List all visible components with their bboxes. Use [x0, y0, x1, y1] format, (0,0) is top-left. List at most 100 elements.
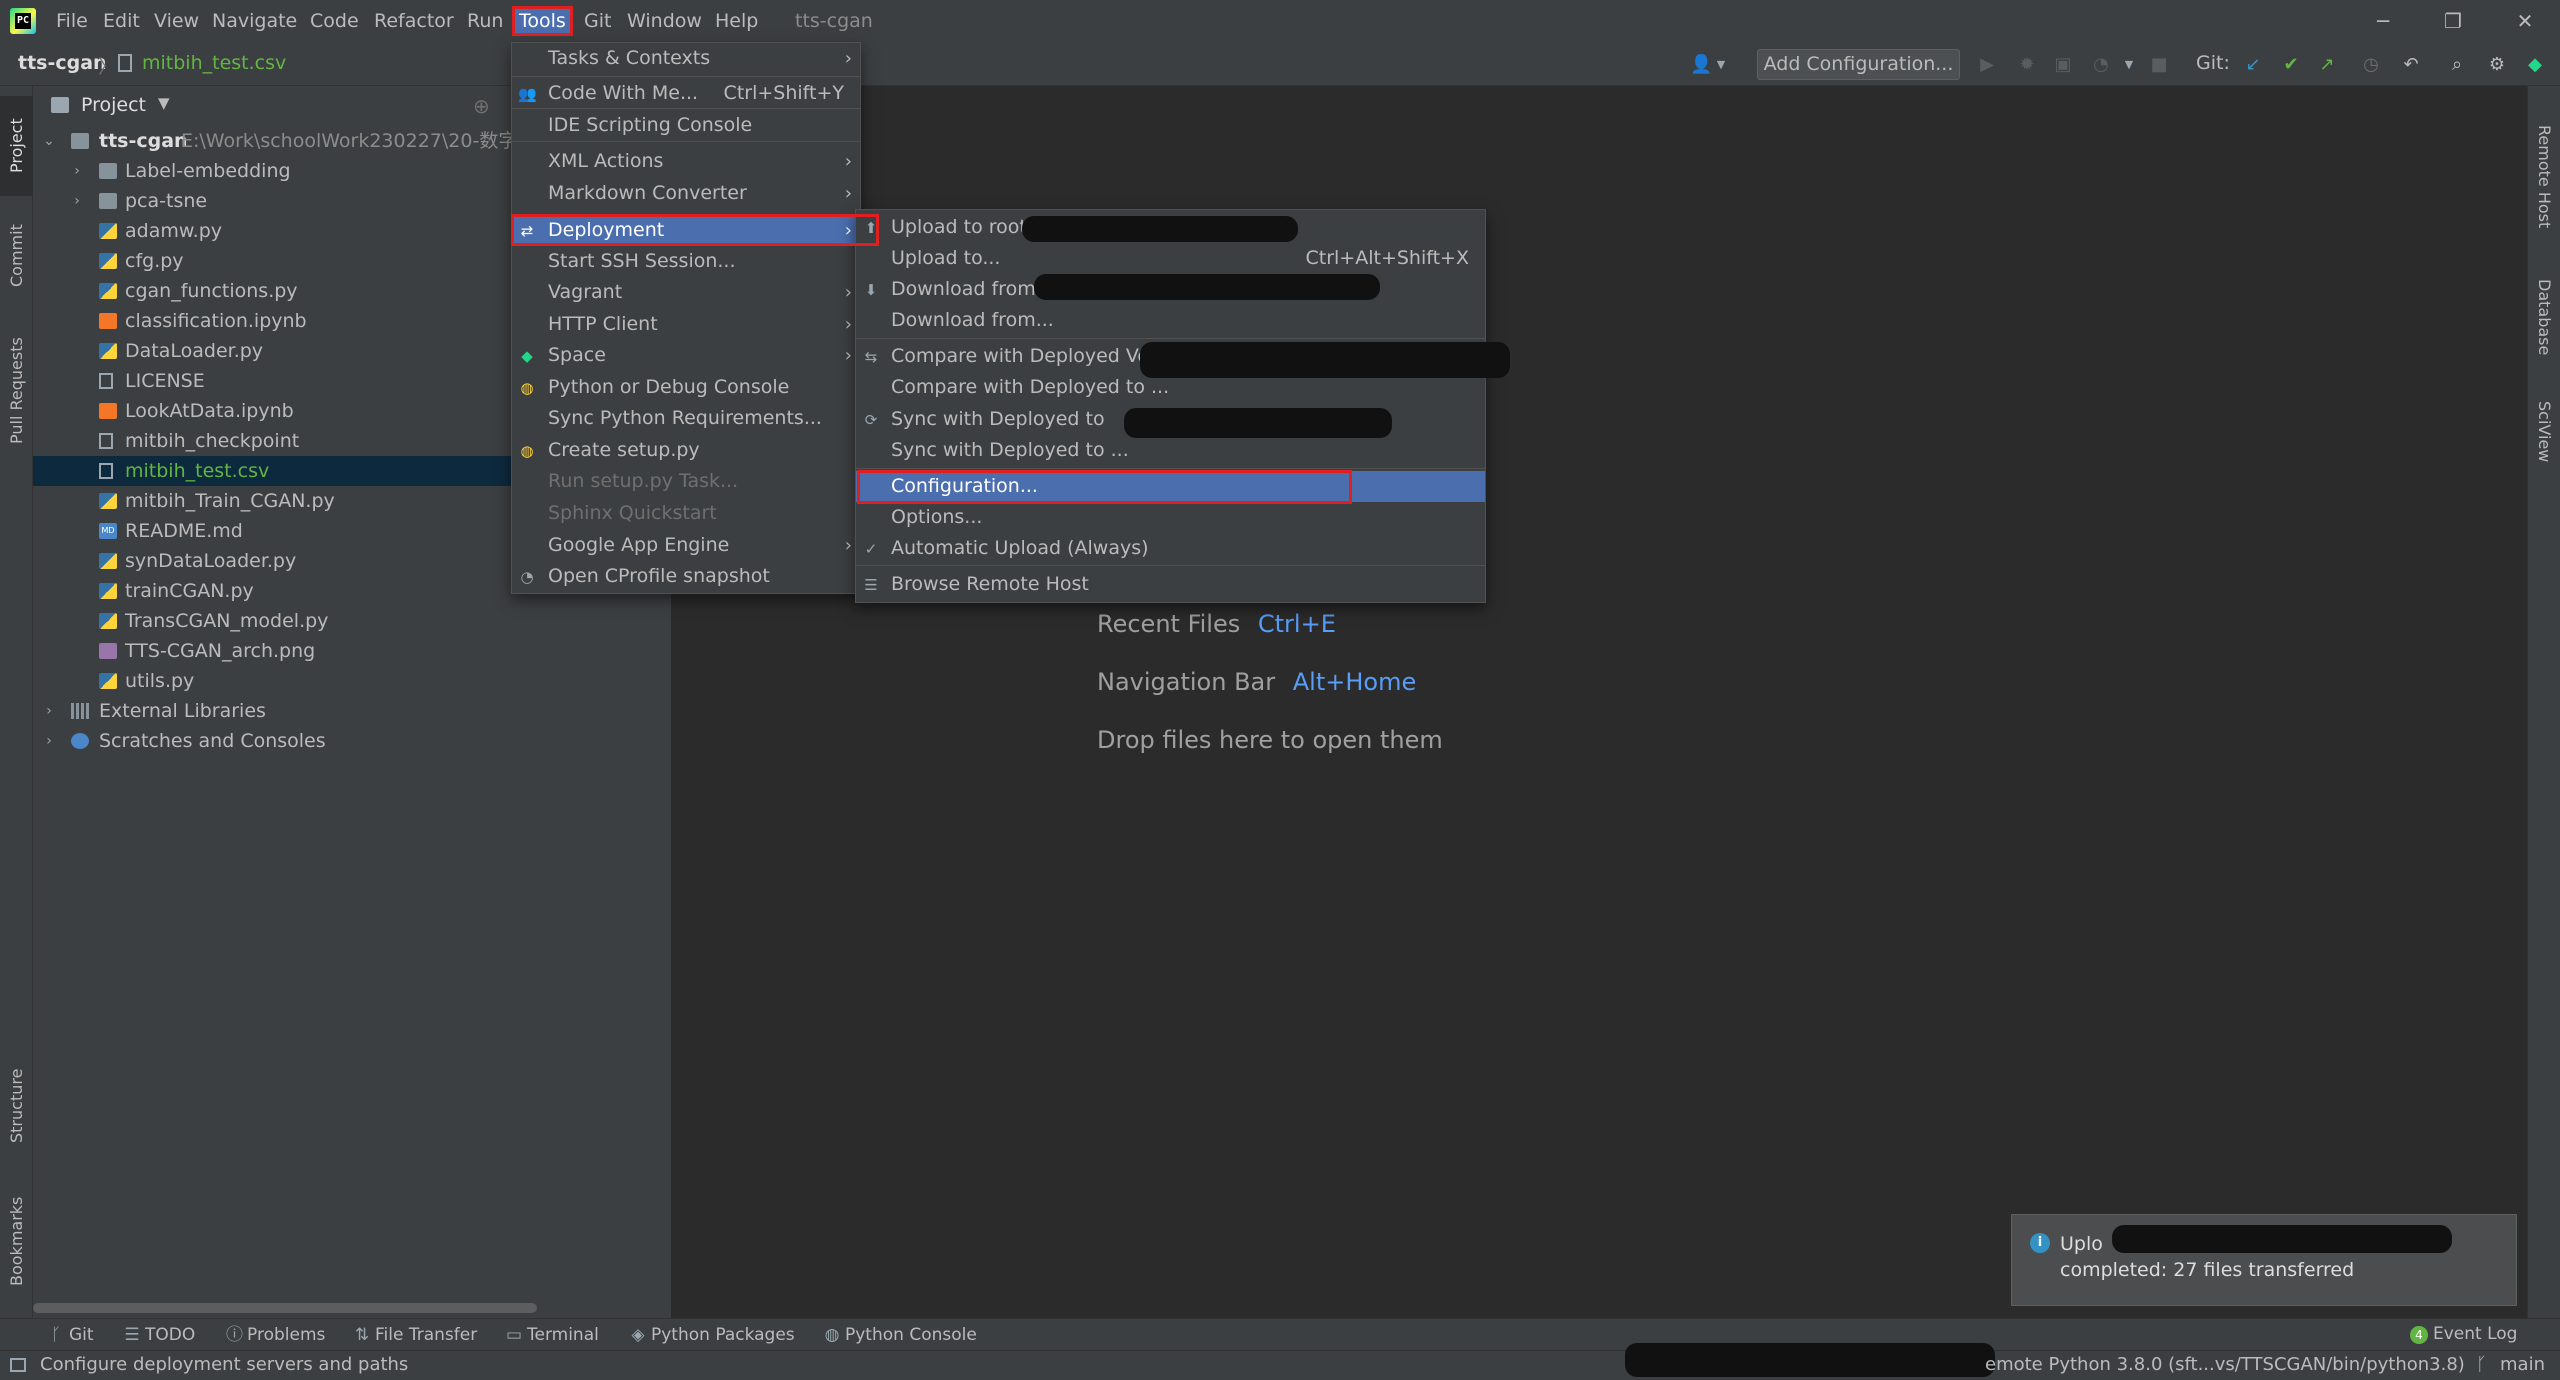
- menu-item-download-from[interactable]: Download from...: [856, 305, 1485, 336]
- profile-icon[interactable]: ◔: [2090, 54, 2112, 76]
- menu-item-vagrant[interactable]: Vagrant ›: [512, 277, 860, 308]
- menu-item-xml-actions[interactable]: XML Actions ›: [512, 146, 860, 177]
- chevron-right-icon[interactable]: ›: [41, 726, 57, 756]
- upload-notification[interactable]: i Uplo completed: 27 files transferred: [2011, 1214, 2517, 1306]
- menu-edit[interactable]: Edit: [99, 6, 144, 36]
- tool-tab-sciview[interactable]: SciView: [2528, 382, 2560, 482]
- menu-item-google-app-engine[interactable]: Google App Engine ›: [512, 530, 860, 561]
- menu-item-create-setup-py[interactable]: ◍ Create setup.py: [512, 435, 860, 466]
- menu-help[interactable]: Help: [711, 6, 762, 36]
- menu-code[interactable]: Code: [306, 6, 363, 36]
- git-update-icon[interactable]: ↙: [2242, 54, 2264, 76]
- status-toggle-icon[interactable]: [10, 1358, 26, 1372]
- menu-item-code-with-me[interactable]: 👥 Code With Me... Ctrl+Shift+Y: [512, 78, 860, 109]
- chevron-down-icon[interactable]: ▼: [1710, 54, 1732, 76]
- user-icon[interactable]: 👤: [1690, 54, 1712, 76]
- project-horizontal-scrollbar[interactable]: [33, 1303, 537, 1313]
- menu-item-sync-with-deployed-to[interactable]: Sync with Deployed to ...: [856, 435, 1485, 466]
- menu-item-label: Code With Me...: [548, 82, 699, 104]
- bottom-tab-problems[interactable]: ⓘ Problems: [226, 1323, 325, 1347]
- rollback-icon[interactable]: ↶: [2400, 54, 2422, 76]
- git-commit-icon[interactable]: ✔: [2280, 54, 2302, 76]
- menu-item-options[interactable]: Options...: [856, 502, 1485, 533]
- stop-icon[interactable]: ■: [2148, 54, 2170, 76]
- tool-tab-pull-requests[interactable]: Pull Requests: [0, 316, 33, 466]
- project-panel-title[interactable]: Project: [81, 94, 146, 116]
- menu-run[interactable]: Run: [463, 6, 507, 36]
- tree-file-row[interactable]: TransCGAN_model.py: [33, 606, 671, 636]
- close-window-button[interactable]: ✕: [2490, 0, 2560, 42]
- status-message: Configure deployment servers and paths: [40, 1354, 409, 1375]
- jetbrains-toolbox-icon[interactable]: ◆: [2524, 54, 2546, 76]
- menu-item-ide-scripting-console[interactable]: IDE Scripting Console: [512, 110, 860, 141]
- menu-navigate[interactable]: Navigate: [208, 6, 301, 36]
- menu-window[interactable]: Window: [623, 6, 706, 36]
- menu-tools[interactable]: Tools: [512, 6, 573, 36]
- menu-item-upload-to[interactable]: Upload to... Ctrl+Alt+Shift+X: [856, 243, 1485, 274]
- more-run-chevron-icon[interactable]: ▼: [2118, 54, 2140, 76]
- menu-item-python-or-debug-console[interactable]: ◍ Python or Debug Console: [512, 372, 860, 403]
- bottom-tab-python-console[interactable]: ◍ Python Console: [824, 1323, 977, 1347]
- menu-git[interactable]: Git: [580, 6, 615, 36]
- menu-view[interactable]: View: [150, 6, 203, 36]
- tree-external-libraries[interactable]: › External Libraries: [33, 696, 671, 726]
- breadcrumb-file[interactable]: mitbih_test.csv: [142, 52, 286, 74]
- tool-tab-remote-host[interactable]: Remote Host: [2528, 102, 2560, 252]
- git-push-icon[interactable]: ↗: [2316, 54, 2338, 76]
- menu-item-markdown-converter[interactable]: Markdown Converter ›: [512, 178, 860, 209]
- python-file-icon: [99, 493, 117, 509]
- locate-icon[interactable]: ⊕: [473, 94, 490, 118]
- chevron-right-icon[interactable]: ›: [69, 156, 85, 186]
- debug-icon[interactable]: ✹: [2016, 54, 2038, 76]
- bottom-tab-python-packages[interactable]: ◈ Python Packages: [630, 1323, 794, 1347]
- menu-item-start-ssh-session[interactable]: Start SSH Session...: [512, 246, 860, 277]
- settings-gear-icon[interactable]: ⚙: [2486, 54, 2508, 76]
- menu-item-configuration[interactable]: Configuration...: [856, 471, 1485, 502]
- tool-tab-commit[interactable]: Commit: [0, 206, 33, 306]
- bottom-tab-file-transfer[interactable]: ⇅ File Transfer: [354, 1323, 477, 1347]
- tool-tab-bookmarks[interactable]: Bookmarks: [0, 1176, 33, 1306]
- menu-item-open-cprofile-snapshot[interactable]: ◔ Open CProfile snapshot: [512, 561, 860, 592]
- tool-tab-project[interactable]: Project: [0, 96, 33, 196]
- chevron-down-icon[interactable]: ▼: [158, 94, 170, 112]
- menu-item-space[interactable]: ◆ Space ›: [512, 340, 860, 371]
- download-icon: ⬇: [864, 281, 878, 299]
- chevron-right-icon: ›: [844, 282, 852, 303]
- menu-file[interactable]: File: [52, 6, 92, 36]
- bottom-tab-todo[interactable]: ☰ TODO: [124, 1323, 195, 1347]
- add-configuration-button[interactable]: Add Configuration...: [1757, 49, 1960, 80]
- menu-item-tasks-contexts[interactable]: Tasks & Contexts ›: [512, 43, 860, 74]
- menu-item-automatic-upload-always[interactable]: ✓ Automatic Upload (Always): [856, 533, 1485, 564]
- python-interpreter-widget[interactable]: emote Python 3.8.0 (sft...vs/TTSCGAN/bin…: [1985, 1354, 2465, 1375]
- restore-button[interactable]: ❐: [2418, 0, 2488, 42]
- chevron-right-icon: ›: [844, 345, 852, 366]
- tree-scratches[interactable]: › Scratches and Consoles: [33, 726, 671, 756]
- minimize-button[interactable]: ─: [2348, 0, 2418, 42]
- tool-tab-database[interactable]: Database: [2528, 262, 2560, 372]
- git-branch-widget[interactable]: main: [2500, 1354, 2545, 1375]
- chevron-down-icon[interactable]: ⌄: [41, 126, 57, 156]
- menu-item-label: IDE Scripting Console: [548, 114, 753, 136]
- breadcrumb-project[interactable]: tts-cgan: [18, 52, 107, 74]
- tree-file-row[interactable]: utils.py: [33, 666, 671, 696]
- chevron-right-icon[interactable]: ›: [69, 186, 85, 216]
- bottom-tab-git[interactable]: ᚴ Git: [48, 1323, 94, 1347]
- menu-item-deployment[interactable]: ⇄ Deployment ›: [512, 215, 860, 246]
- menu-item-browse-remote-host[interactable]: ☰ Browse Remote Host: [856, 569, 1485, 600]
- tree-item-label: mitbih_test.csv: [125, 460, 270, 482]
- menu-refactor[interactable]: Refactor: [370, 6, 458, 36]
- coverage-icon[interactable]: ▣: [2052, 54, 2074, 76]
- library-icon: [71, 703, 89, 719]
- event-log-tab[interactable]: 4 Event Log: [2410, 1322, 2517, 1346]
- tree-item-label: classification.ipynb: [125, 310, 307, 332]
- bottom-tab-terminal[interactable]: ▭ Terminal: [506, 1323, 599, 1347]
- menu-item-http-client[interactable]: HTTP Client ›: [512, 309, 860, 340]
- chevron-right-icon[interactable]: ›: [41, 696, 57, 726]
- run-icon[interactable]: ▶: [1976, 54, 1998, 76]
- search-icon[interactable]: ⌕: [2446, 54, 2468, 76]
- tree-file-row[interactable]: TTS-CGAN_arch.png: [33, 636, 671, 666]
- menu-item-sync-python-requirements[interactable]: Sync Python Requirements...: [512, 403, 860, 434]
- history-icon[interactable]: ◷: [2360, 54, 2382, 76]
- menu-item-label: Open CProfile snapshot: [548, 565, 770, 587]
- tool-tab-structure[interactable]: Structure: [0, 1046, 33, 1166]
